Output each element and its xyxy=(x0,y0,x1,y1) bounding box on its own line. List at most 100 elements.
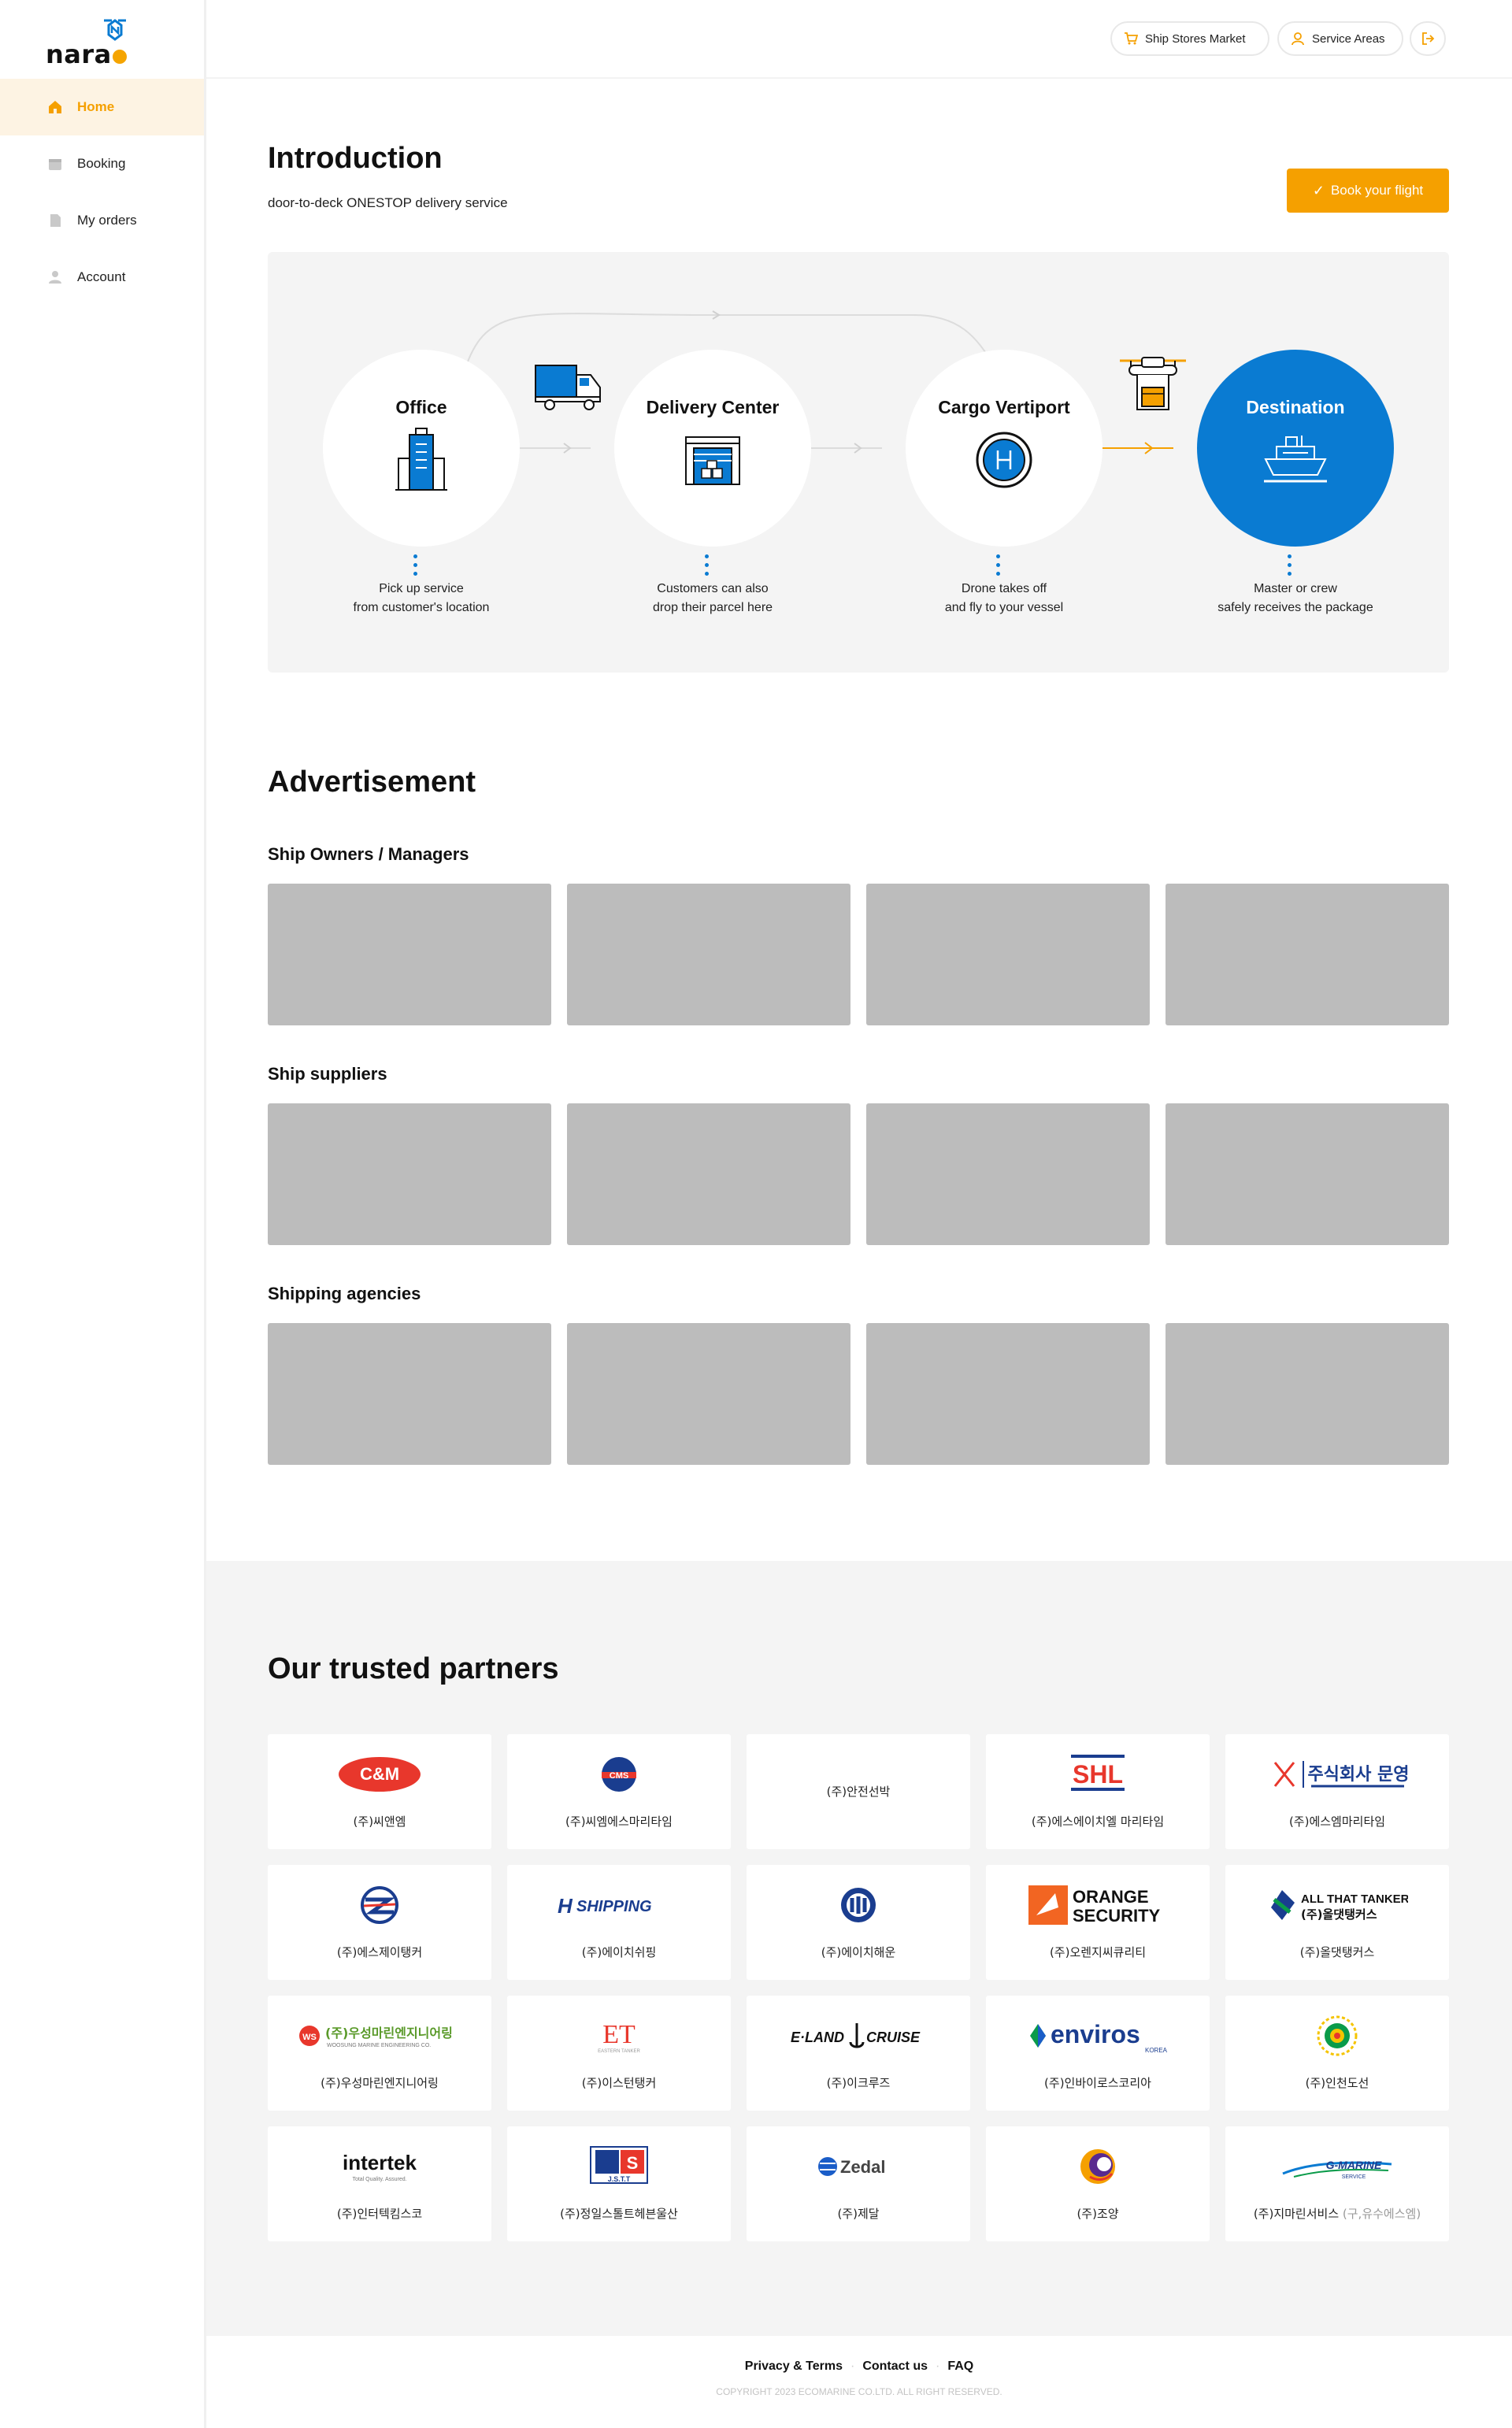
check-icon: ✓ xyxy=(1312,182,1325,198)
step-dots xyxy=(996,554,1001,580)
contact-us-link[interactable]: Contact us xyxy=(862,2359,928,2373)
step-title: Delivery Center xyxy=(646,397,780,417)
partner-card[interactable]: C&M (주)씨앤엠 xyxy=(268,1734,491,1849)
partner-name: (주)정일스톨트헤븐울산 xyxy=(560,2207,678,2221)
partner-logo: E·LAND CRUISE xyxy=(747,2013,970,2059)
partner-logo: Zedal xyxy=(747,2144,970,2189)
svg-text:C&M: C&M xyxy=(360,1764,399,1784)
partner-logo: enviros KOREA xyxy=(986,2013,1210,2059)
partner-logo: ORANGE SECURITY xyxy=(986,1882,1210,1928)
partner-card[interactable]: enviros KOREA (주)인바이로스코리아 xyxy=(986,1996,1210,2111)
partner-card[interactable]: Zedal (주)제달 xyxy=(747,2126,970,2241)
sidebar-item-label: Home xyxy=(77,99,115,114)
introduction-title: Introduction xyxy=(268,142,443,175)
partner-logo: intertek Total Quality. Assured. xyxy=(268,2144,491,2189)
ad-slot[interactable] xyxy=(268,884,551,1025)
partner-name: (주)조양 xyxy=(1077,2207,1119,2221)
ad-slot[interactable] xyxy=(866,884,1150,1025)
step-destination: Destination xyxy=(1197,350,1394,547)
partner-card[interactable]: 주식회사 문영 (주)에스엠마리타임 xyxy=(1225,1734,1449,1849)
step-title: Destination xyxy=(1246,397,1345,417)
partner-logo: S J.S.T.T xyxy=(507,2144,731,2189)
partner-card[interactable]: WS (주)우성마린엔지니어링 WOOSUNG MARINE ENGINEERING… xyxy=(268,1996,491,2111)
footer: Privacy & Terms · Contact us · FAQ COPYRIGHT… xyxy=(206,2336,1512,2428)
step-cargo-vertiport: Cargo Vertiport xyxy=(906,350,1102,547)
svg-text:SERVICE: SERVICE xyxy=(1342,2174,1366,2180)
ad-slot[interactable] xyxy=(866,1103,1150,1245)
office-building-icon xyxy=(388,427,454,493)
svg-text:Zedal: Zedal xyxy=(840,2157,885,2177)
partner-card[interactable]: SHL (주)에스에이치엘 마리타임 xyxy=(986,1734,1210,1849)
partner-name: (주)에이치쉬핑 xyxy=(581,1945,657,1959)
svg-text:ALL THAT TANKERS: ALL THAT TANKERS xyxy=(1301,1892,1408,1906)
partner-logo: 주식회사 문영 xyxy=(1225,1751,1449,1797)
ad-slot[interactable] xyxy=(1166,1103,1449,1245)
naraon-logo[interactable]: naran xyxy=(46,16,143,99)
svg-text:intertek: intertek xyxy=(343,2151,417,2174)
partner-card[interactable]: intertek Total Quality. Assured. (주)인터텍킴스… xyxy=(268,2126,491,2241)
partner-card[interactable]: ALL THAT TANKERS (주)올댓탱커스 (주)올댓탱커스 xyxy=(1225,1865,1449,1980)
partner-card[interactable]: (주)에이치해운 xyxy=(747,1865,970,1980)
document-icon xyxy=(47,213,63,228)
ad-slot[interactable] xyxy=(567,884,850,1025)
ship-suppliers-heading: Ship suppliers xyxy=(268,1064,387,1084)
partner-card[interactable]: (주)안전선박 xyxy=(747,1734,970,1849)
sidebar-item-home[interactable]: Home xyxy=(0,79,204,135)
partner-name: (주)이스턴탱커 xyxy=(581,2076,657,2090)
partner-logo: ALL THAT TANKERS (주)올댓탱커스 xyxy=(1225,1882,1449,1928)
sidebar-item-my-orders[interactable]: My orders xyxy=(0,192,204,249)
sidebar-item-account[interactable]: Account xyxy=(0,249,204,306)
partner-name: (주)올댓탱커스 xyxy=(1299,1945,1375,1959)
partner-name: (주)씨엠에스마리타임 xyxy=(565,1815,673,1829)
partner-card[interactable]: H SHIPPING (주)에이치쉬핑 xyxy=(507,1865,731,1980)
ad-slot[interactable] xyxy=(1166,884,1449,1025)
introduction-subtitle: door-to-deck ONESTOP delivery service xyxy=(268,195,508,210)
partner-card[interactable]: ET EASTERN TANKER (주)이스턴탱커 xyxy=(507,1996,731,2111)
partner-name: (주)에이치해운 xyxy=(821,1945,896,1959)
svg-text:(주)올댓탱커스: (주)올댓탱커스 xyxy=(1301,1907,1377,1922)
partners-title: Our trusted partners xyxy=(268,1652,559,1685)
person-pin-icon xyxy=(1290,31,1306,46)
partner-logo: G-MARINE SERVICE xyxy=(1225,2144,1449,2189)
svg-text:ET: ET xyxy=(602,2020,636,2049)
footer-links: Privacy & Terms · Contact us · FAQ xyxy=(744,2359,974,2373)
drone-icon xyxy=(1120,357,1186,410)
step-office-desc: Pick up service from customer's location xyxy=(353,582,490,614)
partner-name: (주)에스엠마리타임 xyxy=(1288,1815,1386,1829)
logout-button[interactable] xyxy=(1410,21,1446,56)
ad-slot[interactable] xyxy=(567,1323,850,1465)
svg-text:CRUISE: CRUISE xyxy=(866,2030,921,2045)
ad-slot[interactable] xyxy=(268,1323,551,1465)
step-destination-desc: Master or crew safely receives the packag… xyxy=(1217,582,1373,614)
shipping-agencies-ad-row xyxy=(268,1323,1449,1465)
step-delivery-center-desc: Customers can also drop their parcel here xyxy=(652,582,773,614)
svg-text:Total Quality. Assured.: Total Quality. Assured. xyxy=(352,2177,406,2182)
partner-card[interactable]: (주)인천도선 xyxy=(1225,1996,1449,2111)
svg-text:CMS: CMS xyxy=(610,1771,628,1781)
ad-slot[interactable] xyxy=(1166,1323,1449,1465)
home-icon xyxy=(47,99,63,115)
partner-card[interactable]: E·LAND CRUISE (주)이크루즈 xyxy=(747,1996,970,2111)
svg-text:EASTERN TANKER: EASTERN TANKER xyxy=(598,2049,640,2054)
ad-slot[interactable] xyxy=(866,1323,1150,1465)
privacy-terms-link[interactable]: Privacy & Terms xyxy=(745,2359,843,2373)
ad-slot[interactable] xyxy=(567,1103,850,1245)
svg-text:SHL: SHL xyxy=(1073,1760,1123,1789)
partner-card[interactable]: S J.S.T.T (주)정일스톨트헤븐울산 xyxy=(507,2126,731,2241)
partner-card[interactable]: CMS (주)씨엠에스마리타임 xyxy=(507,1734,731,1849)
partner-card[interactable]: ORANGE SECURITY (주)오렌지씨큐리티 xyxy=(986,1865,1210,1980)
faq-link[interactable]: FAQ xyxy=(947,2359,973,2373)
partner-card[interactable]: (주)조양 xyxy=(986,2126,1210,2241)
advertisement-title: Advertisement xyxy=(268,765,476,799)
book-your-flight-button[interactable]: ✓ Book your flight xyxy=(1287,169,1449,213)
sidebar-item-booking[interactable]: Booking xyxy=(0,135,204,192)
partner-card[interactable]: G-MARINE SERVICE (주)지마린서비스 (구,유수에스엠) xyxy=(1225,2126,1449,2241)
partner-card[interactable]: (주)에스제이탱커 xyxy=(268,1865,491,1980)
partner-logo: CMS xyxy=(507,1751,731,1797)
service-areas-button[interactable]: Service Areas xyxy=(1277,21,1403,56)
ship-stores-market-button[interactable]: Ship Stores Market xyxy=(1110,21,1269,56)
book-your-flight-label: Book your flight xyxy=(1330,183,1424,198)
svg-text:G-MARINE: G-MARINE xyxy=(1326,2159,1382,2171)
helipad-icon xyxy=(971,427,1037,493)
ad-slot[interactable] xyxy=(268,1103,551,1245)
